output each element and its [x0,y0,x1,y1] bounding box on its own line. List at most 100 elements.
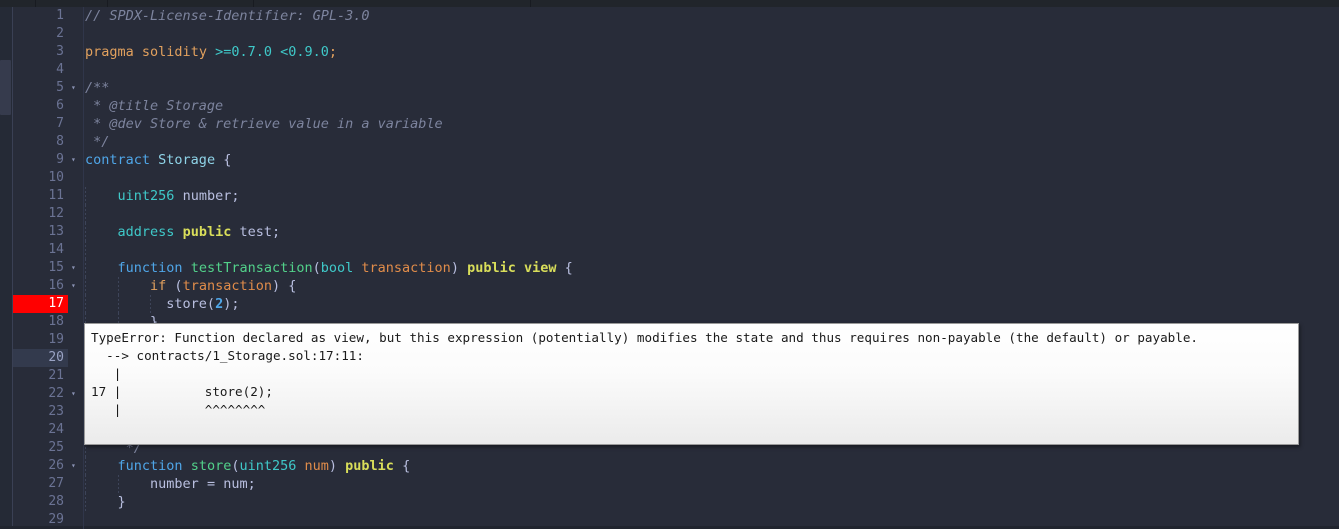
code-line[interactable]: 3 pragma solidity >=0.7.0 <0.9.0; [13,43,1339,61]
code-text[interactable]: if (transaction) { [85,277,296,295]
token: number [150,476,199,492]
gutter-divider-segment [83,61,84,79]
line-number-16[interactable]: 16 [13,277,68,295]
token: ( [312,260,321,276]
token: ; [231,188,240,204]
code-text[interactable]: /** [85,79,109,97]
line-number-2[interactable]: 2 [13,25,68,43]
code-line[interactable]: 29 [13,511,1339,529]
gutter-divider-segment [83,97,84,115]
fold-arrow-icon[interactable]: ▾ [71,457,81,475]
fold-arrow-icon[interactable]: ▾ [71,151,81,169]
token: >=0.7.0 <0.9.0 [215,44,329,60]
tab-separator [253,0,254,7]
fold-arrow-icon[interactable]: ▾ [71,79,81,97]
code-line[interactable]: 7 * @dev Store & retrieve value in a var… [13,115,1339,133]
code-line[interactable]: 5 ▾/** [13,79,1339,97]
code-text[interactable]: contract Storage { [85,151,231,169]
token: public [345,458,394,474]
code-line[interactable]: 15 ▾ function testTransaction(bool transa… [13,259,1339,277]
code-line[interactable]: 28 } [13,493,1339,511]
code-text[interactable]: * @dev Store & retrieve value in a varia… [85,115,443,133]
line-number-12[interactable]: 12 [13,205,68,223]
fold-arrow-icon[interactable]: ▾ [71,277,81,295]
line-number-24[interactable]: 24 [13,421,68,439]
line-number-23[interactable]: 23 [13,403,68,421]
code-text[interactable]: * @title Storage [85,97,223,115]
line-number-4[interactable]: 4 [13,61,68,79]
code-text[interactable]: */ [85,133,109,151]
code-text[interactable]: number = num; [85,475,256,493]
line-number-28[interactable]: 28 [13,493,68,511]
code-line[interactable]: 4 [13,61,1339,79]
line-number-7[interactable]: 7 [13,115,68,133]
line-number-14[interactable]: 14 [13,241,68,259]
gutter-divider-segment [83,457,84,475]
token: ) [450,260,468,276]
left-scrollbar-thumb[interactable] [0,60,11,115]
line-number-15[interactable]: 15 [13,259,68,277]
gutter-divider-segment [83,475,84,493]
code-text[interactable]: store(2); [85,295,239,313]
code-line[interactable]: 8 */ [13,133,1339,151]
code-text[interactable]: // SPDX-License-Identifier: GPL-3.0 [85,7,369,25]
code-line[interactable]: 9 ▾ contract Storage { [13,151,1339,169]
code-line[interactable]: 17 store(2); [13,295,1339,313]
code-line[interactable]: 6 * @title Storage [13,97,1339,115]
code-line[interactable]: 2 [13,25,1339,43]
token: ) [328,458,346,474]
code-text[interactable]: function store(uint256 num) public { [85,457,411,475]
fold-arrow-icon[interactable]: ▾ [71,385,81,403]
left-scrollbar[interactable] [0,7,12,526]
code-text[interactable]: address public test; [85,223,281,241]
line-number-8[interactable]: 8 [13,133,68,151]
line-number-17[interactable]: 17 [13,295,68,313]
line-number-13[interactable]: 13 [13,223,68,241]
line-number-25[interactable]: 25 [13,439,68,457]
token: num [304,458,329,474]
line-number-21[interactable]: 21 [13,367,68,385]
code-text[interactable]: } [85,493,126,511]
line-number-11[interactable]: 11 [13,187,68,205]
token: number [182,188,232,204]
code-text[interactable]: function testTransaction(bool transactio… [85,259,573,277]
code-editor[interactable]: 1 // SPDX-License-Identifier: GPL-3.0 2 3 pr… [13,7,1339,529]
gutter-divider-segment [83,79,84,97]
code-line[interactable]: 27 number = num; [13,475,1339,493]
token: public [467,260,516,276]
line-number-26[interactable]: 26 [13,457,68,475]
line-number-18[interactable]: 18 [13,313,68,331]
fold-arrow-icon[interactable]: ▾ [71,259,81,277]
line-number-5[interactable]: 5 [13,79,68,97]
line-number-10[interactable]: 10 [13,169,68,187]
line-number-29[interactable]: 29 [13,511,68,529]
line-number-3[interactable]: 3 [13,43,68,61]
code-line[interactable]: 16 ▾ if (transaction) { [13,277,1339,295]
token: ; [247,476,256,492]
line-number-27[interactable]: 27 [13,475,68,493]
code-line[interactable]: 11 uint256 number; [13,187,1339,205]
code-text[interactable]: pragma solidity >=0.7.0 <0.9.0; [85,43,337,61]
code-text[interactable]: uint256 number; [85,187,240,205]
token: ( [206,296,216,312]
code-line[interactable]: 26 ▾ function store(uint256 num) public { [13,457,1339,475]
line-number-22[interactable]: 22 [13,385,68,403]
code-line[interactable]: 13 address public test; [13,223,1339,241]
token: /** [85,80,110,96]
line-number-6[interactable]: 6 [13,97,68,115]
code-line[interactable]: 12 [13,205,1339,223]
token: transaction [182,278,272,294]
gutter-divider-segment [83,205,84,223]
token: * @title Storage [85,98,224,114]
line-number-9[interactable]: 9 [13,151,68,169]
code-line[interactable]: 14 [13,241,1339,259]
code-line[interactable]: 1 // SPDX-License-Identifier: GPL-3.0 [13,7,1339,25]
line-number-1[interactable]: 1 [13,7,68,25]
code-line[interactable]: 10 [13,169,1339,187]
line-number-20[interactable]: 20 [13,349,68,367]
line-number-19[interactable]: 19 [13,331,68,349]
